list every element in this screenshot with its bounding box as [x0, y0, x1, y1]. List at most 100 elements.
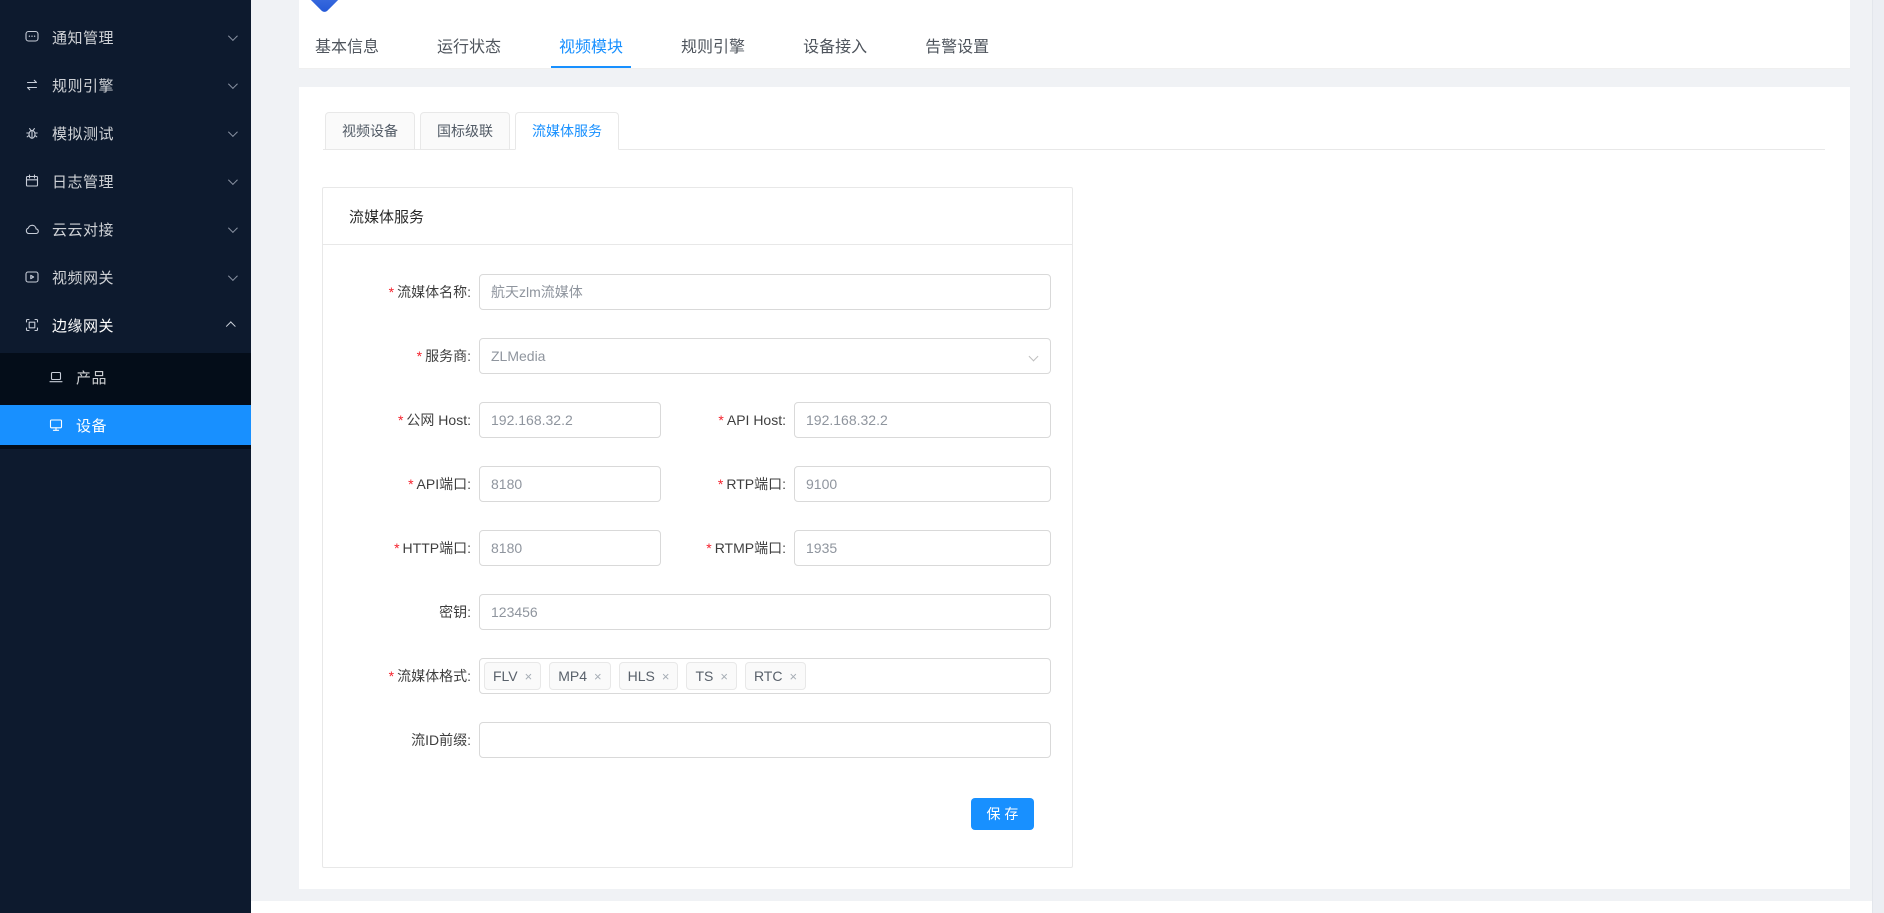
tab-device-access[interactable]: 设备接入 — [803, 22, 867, 68]
chevron-down-icon — [228, 127, 238, 137]
field-label: *RTP端口: — [661, 474, 794, 494]
edge-gateway-icon — [24, 317, 40, 333]
sidebar-item-video-gateway[interactable]: 视频网关 — [0, 257, 251, 297]
tab-alarm-settings[interactable]: 告警设置 — [925, 22, 989, 68]
required-mark: * — [706, 540, 711, 556]
field-label: *RTMP端口: — [661, 538, 794, 558]
field-label: *密钥: — [323, 602, 479, 622]
required-mark: * — [417, 348, 422, 364]
vendor-select[interactable]: ZLMedia — [479, 338, 1051, 374]
form-row-http-rtmp-ports: *HTTP端口: *RTMP端口: — [323, 530, 1072, 566]
field-label: *API Host: — [661, 412, 794, 428]
subtab-gb-cascade[interactable]: 国标级联 — [420, 112, 510, 150]
field-label: *流媒体格式: — [323, 666, 479, 686]
format-tag: FLV× — [484, 662, 541, 690]
sidebar-item-label: 规则引擎 — [52, 75, 228, 96]
sidebar-item-label: 模拟测试 — [52, 123, 228, 144]
tab-running-status[interactable]: 运行状态 — [437, 22, 501, 68]
public-host-input[interactable] — [479, 402, 661, 438]
swap-icon — [24, 77, 40, 93]
remove-tag-icon[interactable]: × — [662, 670, 670, 683]
bug-icon — [24, 125, 40, 141]
chevron-down-icon — [228, 223, 238, 233]
sidebar-item-label: 边缘网关 — [52, 315, 228, 336]
chevron-down-icon — [228, 175, 238, 185]
card-title: 流媒体服务 — [323, 188, 1072, 245]
sidebar-submenu-edge-gateway: 产品 设备 — [0, 353, 251, 449]
chevron-down-icon — [228, 271, 238, 281]
chevron-down-icon — [228, 79, 238, 89]
sidebar-item-label: 云云对接 — [52, 219, 228, 240]
form-row-stream-prefix: *流ID前缀: — [323, 722, 1072, 758]
remove-tag-icon[interactable]: × — [789, 670, 797, 683]
field-label: *流ID前缀: — [323, 730, 479, 750]
form-row-vendor: *服务商: ZLMedia — [323, 338, 1072, 374]
remove-tag-icon[interactable]: × — [594, 670, 602, 683]
field-label: *HTTP端口: — [323, 538, 479, 558]
api-port-input[interactable] — [479, 466, 661, 502]
video-module-subtabs: 视频设备 国标级联 流媒体服务 — [325, 112, 624, 150]
secret-input[interactable] — [479, 594, 1051, 630]
sidebar: 通知管理 规则引擎 模拟测试 日志管理 — [0, 0, 251, 913]
format-multiselect[interactable]: FLV× MP4× HLS× TS× RTC× — [479, 658, 1051, 694]
field-label: *服务商: — [323, 346, 479, 366]
chevron-down-icon — [228, 31, 238, 41]
sidebar-item-log-management[interactable]: 日志管理 — [0, 161, 251, 201]
video-module-panel: 视频设备 国标级联 流媒体服务 流媒体服务 *流媒体名称: *服务商: ZLMe… — [299, 87, 1850, 889]
chevron-down-icon — [1029, 352, 1039, 362]
rtmp-port-input[interactable] — [794, 530, 1051, 566]
video-gateway-icon — [24, 269, 40, 285]
save-button[interactable]: 保 存 — [971, 798, 1034, 830]
required-mark: * — [389, 284, 394, 300]
sidebar-item-label: 通知管理 — [52, 27, 228, 48]
sidebar-item-rule-engine[interactable]: 规则引擎 — [0, 65, 251, 105]
laptop-icon — [48, 369, 64, 385]
required-mark: * — [394, 540, 399, 556]
stream-name-input[interactable] — [479, 274, 1051, 310]
form-row-hosts: *公网 Host: *API Host: — [323, 402, 1072, 438]
sidebar-item-device[interactable]: 设备 — [0, 405, 251, 445]
calendar-icon — [24, 173, 40, 189]
sidebar-item-label: 日志管理 — [52, 171, 228, 192]
form-row-format: *流媒体格式: FLV× MP4× HLS× TS× RTC× — [323, 658, 1072, 694]
subtab-video-device[interactable]: 视频设备 — [325, 112, 415, 150]
form-row-name: *流媒体名称: — [323, 274, 1072, 310]
api-host-input[interactable] — [794, 402, 1051, 438]
streaming-media-card: 流媒体服务 *流媒体名称: *服务商: ZLMedia *公网 Host: *A… — [322, 187, 1073, 868]
field-label: *公网 Host: — [323, 410, 479, 430]
tab-video-module[interactable]: 视频模块 — [559, 22, 623, 68]
subtab-streaming-media[interactable]: 流媒体服务 — [515, 112, 619, 150]
device-detail-tabs: 基本信息 运行状态 视频模块 规则引擎 设备接入 告警设置 — [315, 22, 1047, 68]
required-mark: * — [398, 412, 403, 428]
app-logo-icon — [305, 0, 343, 14]
sidebar-item-notification[interactable]: 通知管理 — [0, 17, 251, 57]
message-icon — [24, 29, 40, 45]
tab-rule-engine[interactable]: 规则引擎 — [681, 22, 745, 68]
sidebar-item-edge-gateway[interactable]: 边缘网关 — [0, 305, 251, 345]
remove-tag-icon[interactable]: × — [525, 670, 533, 683]
stream-prefix-input[interactable] — [479, 722, 1051, 758]
remove-tag-icon[interactable]: × — [720, 670, 728, 683]
sidebar-item-simulation-test[interactable]: 模拟测试 — [0, 113, 251, 153]
tab-basic-info[interactable]: 基本信息 — [315, 22, 379, 68]
footer-strip — [251, 901, 1884, 913]
sidebar-item-cloud-connect[interactable]: 云云对接 — [0, 209, 251, 249]
format-tag: TS× — [686, 662, 736, 690]
format-tag: MP4× — [549, 662, 610, 690]
field-label: *API端口: — [323, 474, 479, 494]
vertical-scrollbar[interactable] — [1872, 0, 1884, 913]
rtp-port-input[interactable] — [794, 466, 1051, 502]
cloud-icon — [24, 221, 40, 237]
form-row-secret: *密钥: — [323, 594, 1072, 630]
sidebar-item-label: 视频网关 — [52, 267, 228, 288]
sidebar-item-label: 产品 — [76, 367, 235, 388]
sidebar-item-label: 设备 — [76, 415, 235, 436]
sidebar-item-product[interactable]: 产品 — [0, 357, 251, 397]
monitor-icon — [48, 417, 64, 433]
page-header: 基本信息 运行状态 视频模块 规则引擎 设备接入 告警设置 — [299, 0, 1850, 69]
streaming-media-form: *流媒体名称: *服务商: ZLMedia *公网 Host: *API Hos… — [323, 245, 1072, 830]
required-mark: * — [408, 476, 413, 492]
format-tag: RTC× — [745, 662, 806, 690]
http-port-input[interactable] — [479, 530, 661, 566]
required-mark: * — [718, 476, 723, 492]
